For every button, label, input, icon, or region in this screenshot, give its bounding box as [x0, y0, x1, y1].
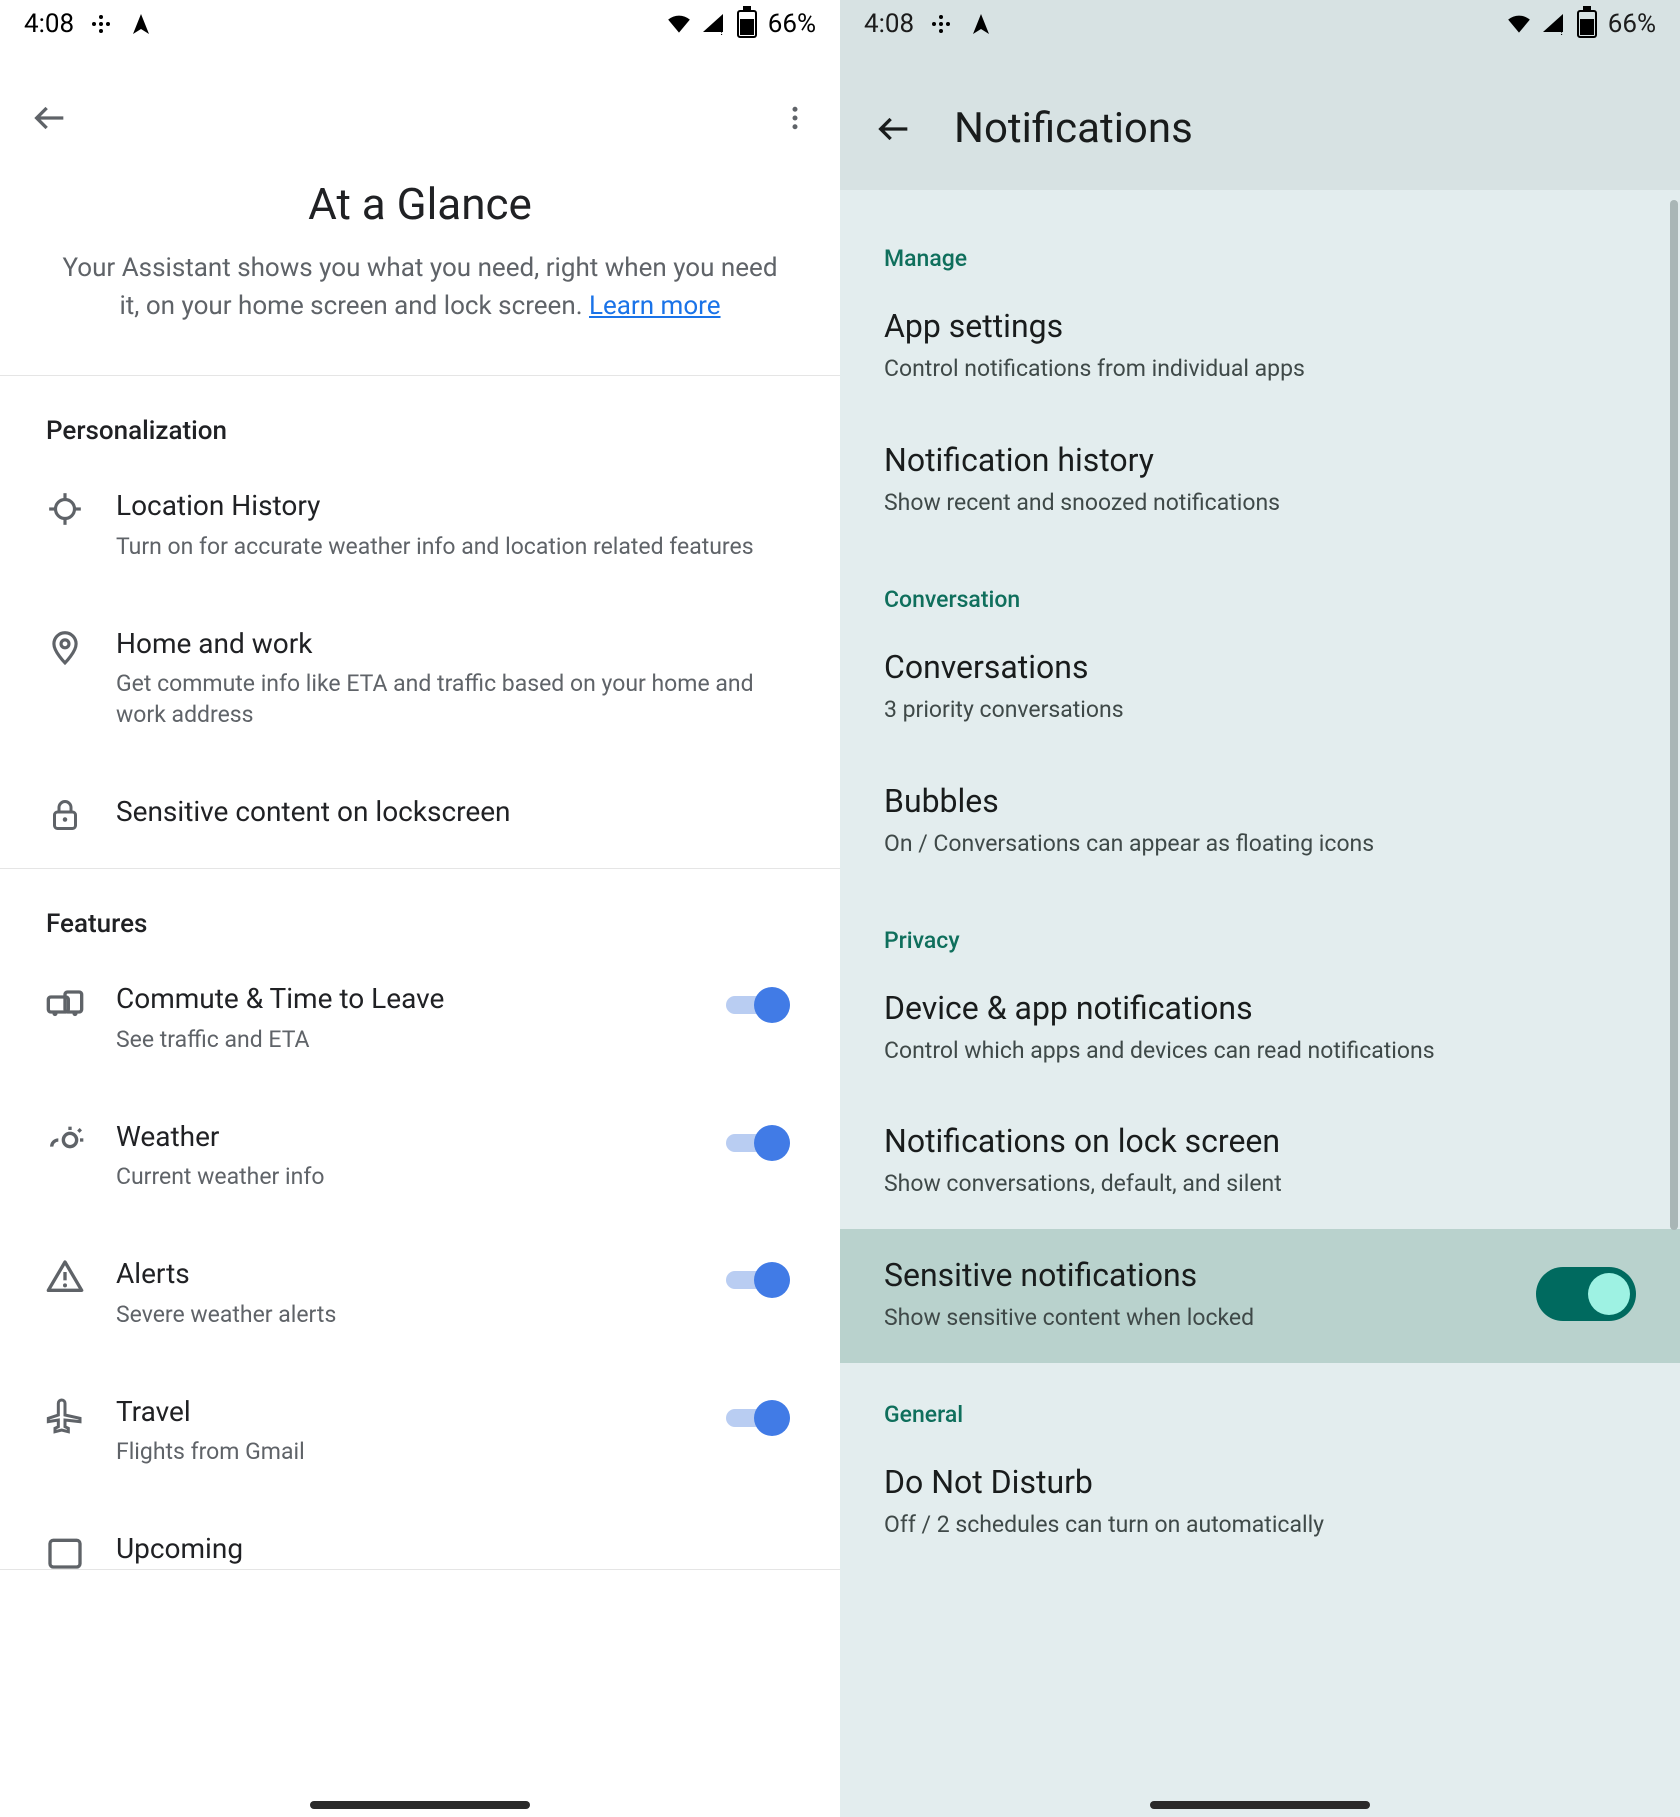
signal-icon: !	[1540, 11, 1566, 37]
row-title: Travel	[116, 1394, 696, 1430]
section-header-features: Features	[0, 869, 840, 949]
nav-handle[interactable]	[310, 1801, 530, 1809]
page-subtitle: Your Assistant shows you what you need, …	[0, 250, 840, 365]
row-title: Notification history	[884, 440, 1636, 480]
section-label-manage: Manage	[840, 207, 1680, 280]
lock-icon	[44, 794, 86, 836]
row-do-not-disturb[interactable]: Do Not Disturb Off / 2 schedules can tur…	[840, 1436, 1680, 1570]
section-label-general: General	[840, 1363, 1680, 1436]
row-subtitle: Flights from Gmail	[116, 1436, 696, 1467]
back-button[interactable]	[30, 98, 70, 138]
row-subtitle: Current weather info	[116, 1161, 696, 1192]
section-header-personalization: Personalization	[0, 376, 840, 456]
row-title: Weather	[116, 1119, 696, 1155]
nav-arrow-icon	[128, 11, 154, 37]
slack-icon	[928, 11, 954, 37]
row-title: Do Not Disturb	[884, 1462, 1636, 1502]
row-app-settings[interactable]: App settings Control notifications from …	[840, 280, 1680, 414]
section-label-conversation: Conversation	[840, 548, 1680, 621]
toggle-weather[interactable]	[726, 1125, 796, 1161]
more-menu-button[interactable]	[780, 103, 810, 133]
row-title: App settings	[884, 306, 1636, 346]
row-subtitle: Off / 2 schedules can turn on automatica…	[884, 1510, 1636, 1540]
page-title: At a Glance	[0, 148, 840, 250]
svg-text:!: !	[1560, 24, 1563, 36]
learn-more-link[interactable]: Learn more	[589, 291, 721, 321]
row-title: Notifications on lock screen	[884, 1121, 1636, 1161]
commute-icon	[44, 981, 86, 1023]
row-notifications-lock-screen[interactable]: Notifications on lock screen Show conver…	[840, 1095, 1680, 1229]
slack-icon	[88, 11, 114, 37]
row-title: Upcoming	[116, 1531, 796, 1567]
row-subtitle: Get commute info like ETA and traffic ba…	[116, 668, 796, 730]
battery-percentage: 66%	[1608, 9, 1656, 39]
row-upcoming[interactable]: Upcoming	[0, 1499, 840, 1569]
row-sensitive-lockscreen[interactable]: Sensitive content on lockscreen	[0, 762, 840, 868]
row-title: Commute & Time to Leave	[116, 981, 696, 1017]
calendar-icon	[44, 1531, 86, 1569]
crosshair-icon	[44, 488, 86, 530]
toggle-sensitive-notifications[interactable]	[1536, 1267, 1636, 1321]
signal-icon: !	[700, 11, 726, 37]
features-section: Features Commute & Time to Leave See tra…	[0, 869, 840, 1570]
nav-handle[interactable]	[1150, 1801, 1370, 1809]
wifi-icon	[666, 11, 692, 37]
row-subtitle: Show recent and snoozed notifications	[884, 488, 1636, 518]
row-weather[interactable]: Weather Current weather info	[0, 1087, 840, 1224]
battery-icon	[734, 11, 760, 37]
row-sensitive-notifications[interactable]: Sensitive notifications Show sensitive c…	[840, 1229, 1680, 1363]
row-subtitle: Show sensitive content when locked	[884, 1303, 1516, 1333]
scrollbar[interactable]	[1670, 200, 1678, 1230]
left-screenshot: 4:08 ! 66%	[0, 0, 840, 1817]
row-title: Bubbles	[884, 781, 1636, 821]
svg-text:!: !	[720, 24, 723, 36]
nav-arrow-icon	[968, 11, 994, 37]
row-bubbles[interactable]: Bubbles On / Conversations can appear as…	[840, 755, 1680, 889]
row-conversations[interactable]: Conversations 3 priority conversations	[840, 621, 1680, 755]
row-notification-history[interactable]: Notification history Show recent and sno…	[840, 414, 1680, 548]
toggle-commute[interactable]	[726, 987, 796, 1023]
row-subtitle: Show conversations, default, and silent	[884, 1169, 1636, 1199]
status-bar: 4:08 ! 66%	[840, 0, 1680, 48]
back-button[interactable]	[874, 109, 914, 149]
row-location-history[interactable]: Location History Turn on for accurate we…	[0, 456, 840, 593]
row-title: Conversations	[884, 647, 1636, 687]
wifi-icon	[1506, 11, 1532, 37]
status-bar: 4:08 ! 66%	[0, 0, 840, 48]
status-time: 4:08	[24, 9, 74, 39]
row-title: Home and work	[116, 626, 796, 662]
section-label-privacy: Privacy	[840, 889, 1680, 962]
row-title: Sensitive content on lockscreen	[116, 794, 796, 830]
row-subtitle: Severe weather alerts	[116, 1299, 696, 1330]
row-commute[interactable]: Commute & Time to Leave See traffic and …	[0, 949, 840, 1086]
battery-percentage: 66%	[768, 9, 816, 39]
pin-icon	[44, 626, 86, 668]
status-time: 4:08	[864, 9, 914, 39]
toggle-alerts[interactable]	[726, 1262, 796, 1298]
row-subtitle: Control notifications from individual ap…	[884, 354, 1636, 384]
battery-icon	[1574, 11, 1600, 37]
row-title: Alerts	[116, 1256, 696, 1292]
row-travel[interactable]: Travel Flights from Gmail	[0, 1362, 840, 1499]
airplane-icon	[44, 1394, 86, 1436]
row-home-work[interactable]: Home and work Get commute info like ETA …	[0, 594, 840, 762]
row-subtitle: See traffic and ETA	[116, 1024, 696, 1055]
page-title: Notifications	[954, 104, 1193, 153]
row-device-app-notifications[interactable]: Device & app notifications Control which…	[840, 962, 1680, 1096]
toggle-travel[interactable]	[726, 1400, 796, 1436]
row-subtitle: Turn on for accurate weather info and lo…	[116, 531, 796, 562]
row-subtitle: On / Conversations can appear as floatin…	[884, 829, 1636, 859]
alert-icon	[44, 1256, 86, 1298]
row-subtitle: Control which apps and devices can read …	[884, 1036, 1636, 1066]
right-screenshot: 4:08 ! 66%	[840, 0, 1680, 1817]
row-title: Device & app notifications	[884, 988, 1636, 1028]
row-alerts[interactable]: Alerts Severe weather alerts	[0, 1224, 840, 1361]
weather-icon	[44, 1119, 86, 1161]
row-subtitle: 3 priority conversations	[884, 695, 1636, 725]
personalization-section: Personalization Location History Turn on…	[0, 375, 840, 869]
row-title: Sensitive notifications	[884, 1255, 1516, 1295]
row-title: Location History	[116, 488, 796, 524]
